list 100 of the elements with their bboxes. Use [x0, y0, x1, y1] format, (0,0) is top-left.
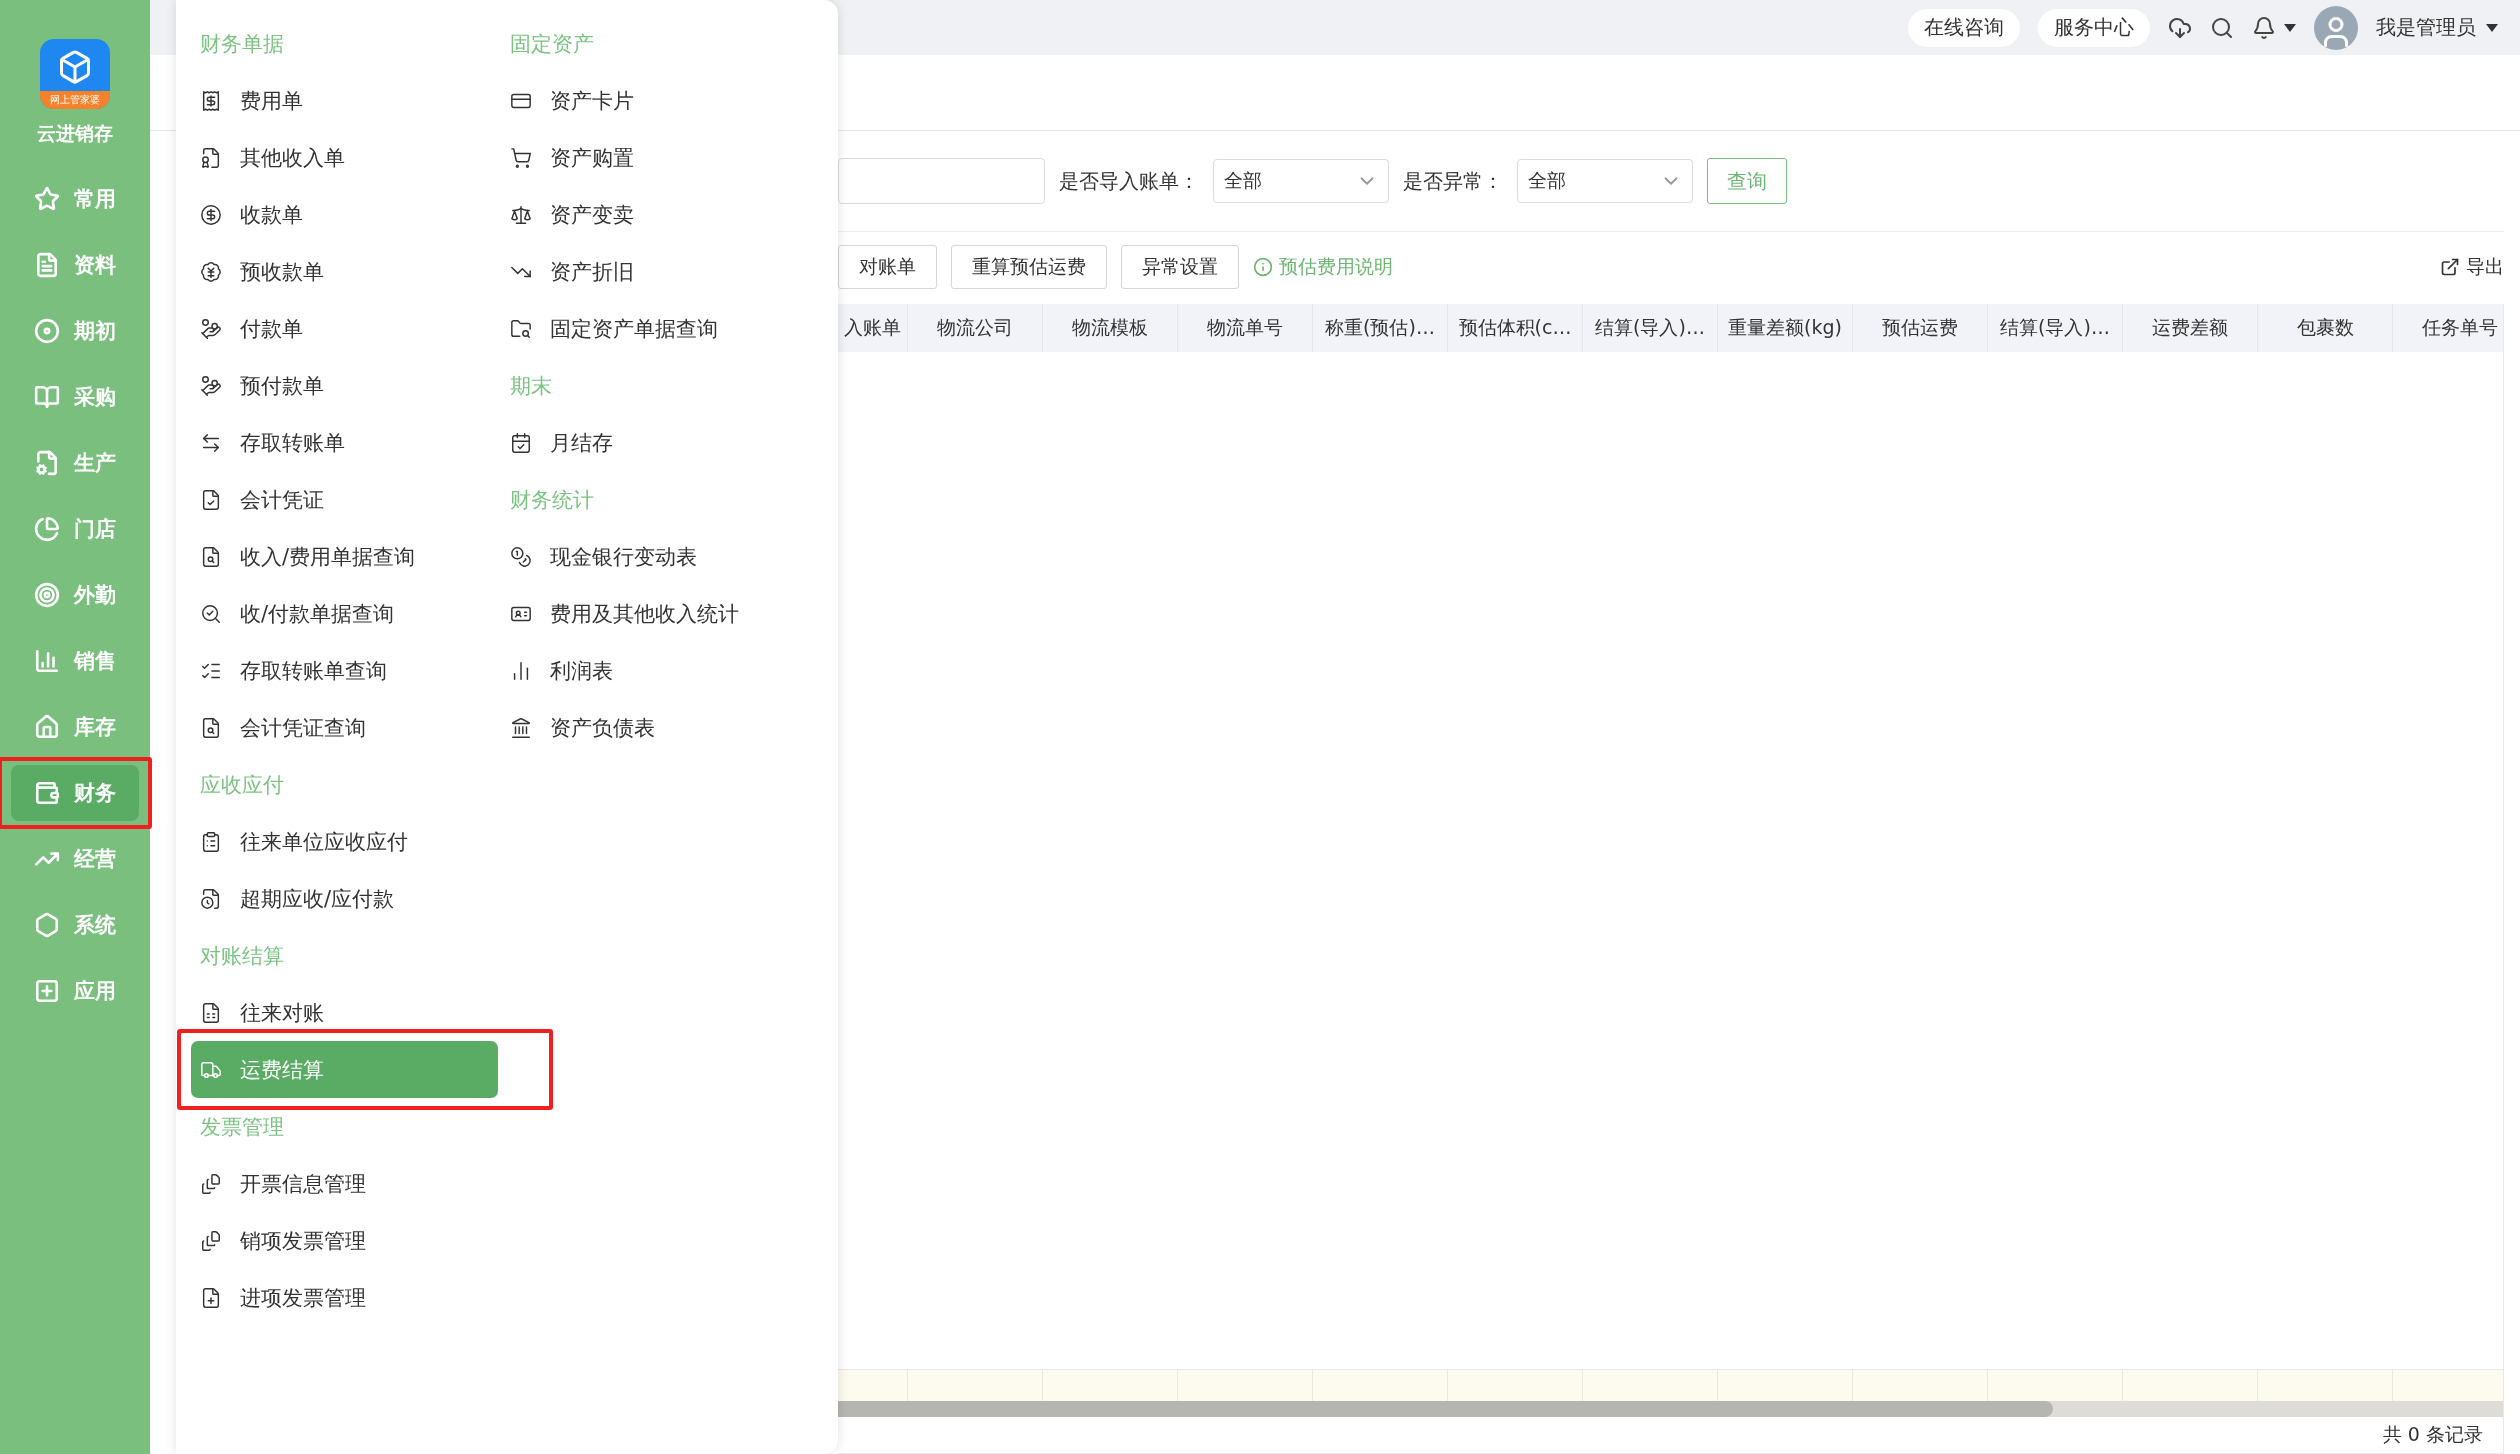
- column-header: 结算(导入)…: [1988, 304, 2123, 352]
- horizontal-scrollbar[interactable]: [838, 1401, 2503, 1417]
- column-header: 包裹数: [2258, 304, 2393, 352]
- menu-item[interactable]: 往来对账: [191, 984, 498, 1041]
- menu-item[interactable]: 资产购置: [501, 129, 808, 186]
- menu-item-icon: [200, 602, 222, 625]
- section-title: 应收应付: [199, 771, 285, 799]
- bell-icon[interactable]: [2252, 15, 2276, 40]
- menu-item[interactable]: 资产变卖: [501, 186, 808, 243]
- menu-item-icon: [200, 431, 222, 454]
- nav-icon: [34, 186, 60, 212]
- header-button[interactable]: 服务中心: [2038, 8, 2150, 47]
- menu-item[interactable]: 收/付款单据查询: [191, 585, 498, 642]
- nav-icon: [34, 582, 60, 608]
- search-icon[interactable]: [2210, 15, 2234, 40]
- column-header: 结算(导入)…: [1583, 304, 1718, 352]
- select-field[interactable]: 全部: [1213, 159, 1389, 203]
- menu-item-icon: [510, 146, 532, 169]
- menu-item[interactable]: 现金银行变动表: [501, 528, 808, 585]
- section-title: 对账结算: [199, 942, 285, 970]
- menu-item[interactable]: 收入/费用单据查询: [191, 528, 498, 585]
- section-title: 财务统计: [509, 486, 595, 514]
- menu-item[interactable]: 销项发票管理: [191, 1212, 498, 1269]
- info-icon: [1253, 257, 1273, 277]
- menu-item[interactable]: 费用及其他收入统计: [501, 585, 808, 642]
- logo-badge: 网上管家婆: [40, 91, 110, 109]
- menu-item-icon: [510, 716, 532, 739]
- record-count: 共 0 条记录: [838, 1417, 2503, 1454]
- nav-icon: [34, 780, 60, 806]
- menu-item-icon: [510, 317, 532, 340]
- menu-item[interactable]: 其他收入单: [191, 129, 498, 186]
- menu-item[interactable]: 超期应收/应付款: [191, 870, 498, 927]
- menu-item-icon: [200, 89, 222, 112]
- menu-item-icon: [200, 1172, 222, 1195]
- toolbar-button[interactable]: 异常设置: [1121, 245, 1239, 289]
- nav-icon: [34, 450, 60, 476]
- column-header: 重量差额(kg): [1718, 304, 1853, 352]
- text-field[interactable]: [838, 158, 1045, 204]
- menu-item-icon: [200, 887, 222, 910]
- toolbar-button[interactable]: 对账单: [838, 245, 937, 289]
- menu-item-icon: [200, 1229, 222, 1252]
- nav-icon: [34, 318, 60, 344]
- menu-item-icon: [200, 830, 222, 853]
- export-icon: [2440, 257, 2460, 277]
- menu-item[interactable]: 进项发票管理: [191, 1269, 498, 1326]
- export-link[interactable]: 导出: [2440, 254, 2504, 280]
- menu-item-icon: [200, 374, 222, 397]
- menu-item-icon: [200, 716, 222, 739]
- menu-item[interactable]: 存取转账单: [191, 414, 498, 471]
- section-title: 财务单据: [199, 30, 285, 58]
- nav-icon: [34, 648, 60, 674]
- toolbar-button[interactable]: 重算预估运费: [951, 245, 1107, 289]
- menu-item[interactable]: 开票信息管理: [191, 1155, 498, 1212]
- filter-label: 是否异常：: [1403, 167, 1503, 195]
- menu-item[interactable]: 存取转账单查询: [191, 642, 498, 699]
- column-header: 运费差额: [2123, 304, 2258, 352]
- section-title: 发票管理: [199, 1113, 285, 1141]
- menu-item[interactable]: 付款单: [191, 300, 498, 357]
- nav-icon: [34, 978, 60, 1004]
- caret-icon[interactable]: [2284, 23, 2296, 32]
- menu-item[interactable]: 固定资产单据查询: [501, 300, 808, 357]
- filter-label: 是否导入账单：: [1059, 167, 1199, 195]
- menu-item-icon: [510, 203, 532, 226]
- select-field[interactable]: 全部: [1517, 159, 1693, 203]
- menu-item-icon: [510, 431, 532, 454]
- menu-item[interactable]: 往来单位应收应付: [191, 813, 498, 870]
- menu-item-icon: [200, 1286, 222, 1309]
- menu-item[interactable]: 资产负债表: [501, 699, 808, 756]
- menu-item[interactable]: 利润表: [501, 642, 808, 699]
- nav-icon: [34, 252, 60, 278]
- nav-icon: [34, 384, 60, 410]
- header-button[interactable]: 在线咨询: [1908, 8, 2020, 47]
- menu-item[interactable]: 资产折旧: [501, 243, 808, 300]
- caret-icon[interactable]: [2486, 23, 2498, 32]
- app-name: 云进销存: [37, 121, 113, 146]
- column-header: 预估体积(c…: [1448, 304, 1583, 352]
- menu-item[interactable]: 资产卡片: [501, 72, 808, 129]
- user-name[interactable]: 我是管理员: [2376, 14, 2476, 41]
- section-title: 固定资产: [509, 30, 595, 58]
- menu-item[interactable]: 收款单: [191, 186, 498, 243]
- menu-item-icon: [200, 317, 222, 340]
- menu-item-icon: [200, 1001, 222, 1024]
- nav-icon: [34, 516, 60, 542]
- menu-item[interactable]: 预收款单: [191, 243, 498, 300]
- column-header: 称重(预估)…: [1313, 304, 1448, 352]
- menu-item[interactable]: 预付款单: [191, 357, 498, 414]
- nav-icon: [34, 912, 60, 938]
- menu-item[interactable]: 会计凭证: [191, 471, 498, 528]
- menu-item[interactable]: 月结存: [501, 414, 808, 471]
- menu-item[interactable]: 会计凭证查询: [191, 699, 498, 756]
- menu-item-icon: [200, 260, 222, 283]
- menu-item[interactable]: 费用单: [191, 72, 498, 129]
- section-title: 期末: [509, 372, 553, 400]
- column-header: 预估运费: [1853, 304, 1988, 352]
- menu-item-icon: [200, 545, 222, 568]
- cube-icon: [57, 49, 93, 85]
- menu-item-icon: [200, 146, 222, 169]
- menu-item-icon: [510, 545, 532, 568]
- column-header: 物流模板: [1043, 304, 1178, 352]
- cloud-download-icon[interactable]: [2168, 15, 2192, 40]
